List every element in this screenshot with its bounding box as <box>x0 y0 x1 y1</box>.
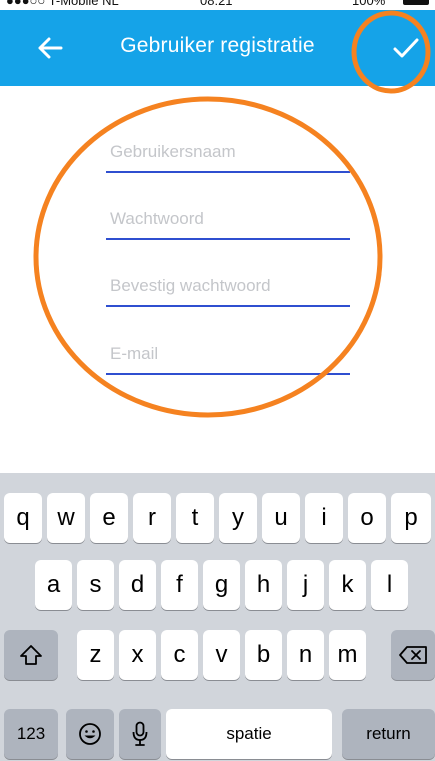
username-underline <box>106 171 350 173</box>
shift-icon <box>20 645 42 665</box>
confirm-password-underline <box>106 305 350 307</box>
password-underline <box>106 238 350 240</box>
key-g[interactable]: g <box>203 560 240 610</box>
email-underline <box>106 373 350 375</box>
key-r[interactable]: r <box>133 493 171 543</box>
confirm-button[interactable] <box>384 28 428 68</box>
key-c[interactable]: c <box>161 630 198 680</box>
microphone-key[interactable] <box>119 709 161 759</box>
email-input[interactable] <box>106 336 350 372</box>
key-u[interactable]: u <box>262 493 300 543</box>
battery-icon <box>403 0 429 5</box>
backspace-icon <box>399 646 427 664</box>
confirm-password-field <box>106 268 350 308</box>
shift-key[interactable] <box>4 630 58 680</box>
username-field <box>106 134 350 174</box>
key-e[interactable]: e <box>90 493 128 543</box>
emoji-key[interactable] <box>66 709 114 759</box>
key-y[interactable]: y <box>219 493 257 543</box>
key-n[interactable]: n <box>287 630 324 680</box>
carrier-label: ●●●○○ T-Mobile NL <box>6 0 119 8</box>
key-w[interactable]: w <box>47 493 85 543</box>
key-v[interactable]: v <box>203 630 240 680</box>
backspace-key[interactable] <box>391 630 435 680</box>
status-bar: ●●●○○ T-Mobile NL 08:21 100% <box>0 0 435 10</box>
password-input[interactable] <box>106 201 350 237</box>
confirm-password-input[interactable] <box>106 268 350 304</box>
key-s[interactable]: s <box>77 560 114 610</box>
username-input[interactable] <box>106 134 350 170</box>
key-m[interactable]: m <box>329 630 366 680</box>
return-key[interactable]: return <box>342 709 435 759</box>
email-field <box>106 336 350 376</box>
key-d[interactable]: d <box>119 560 156 610</box>
key-j[interactable]: j <box>287 560 324 610</box>
key-o[interactable]: o <box>348 493 386 543</box>
page-title: Gebruiker registratie <box>120 34 315 57</box>
key-z[interactable]: z <box>77 630 114 680</box>
key-x[interactable]: x <box>119 630 156 680</box>
microphone-icon <box>132 721 148 746</box>
key-i[interactable]: i <box>305 493 343 543</box>
key-p[interactable]: p <box>391 493 431 543</box>
time-label: 08:21 <box>200 0 233 8</box>
nav-bar: Gebruiker registratie <box>0 10 435 86</box>
key-k[interactable]: k <box>329 560 366 610</box>
checkmark-icon <box>393 38 419 58</box>
key-f[interactable]: f <box>161 560 198 610</box>
emoji-icon <box>79 723 101 745</box>
space-key[interactable]: spatie <box>166 709 332 759</box>
key-a[interactable]: a <box>35 560 72 610</box>
numbers-key[interactable]: 123 <box>4 709 58 759</box>
key-b[interactable]: b <box>245 630 282 680</box>
keyboard: q w e r t y u i o p a s d f g h j k l z … <box>0 473 435 761</box>
key-t[interactable]: t <box>176 493 214 543</box>
password-field <box>106 201 350 241</box>
battery-label: 100% <box>352 0 386 8</box>
key-l[interactable]: l <box>371 560 408 610</box>
key-q[interactable]: q <box>4 493 42 543</box>
key-h[interactable]: h <box>245 560 282 610</box>
